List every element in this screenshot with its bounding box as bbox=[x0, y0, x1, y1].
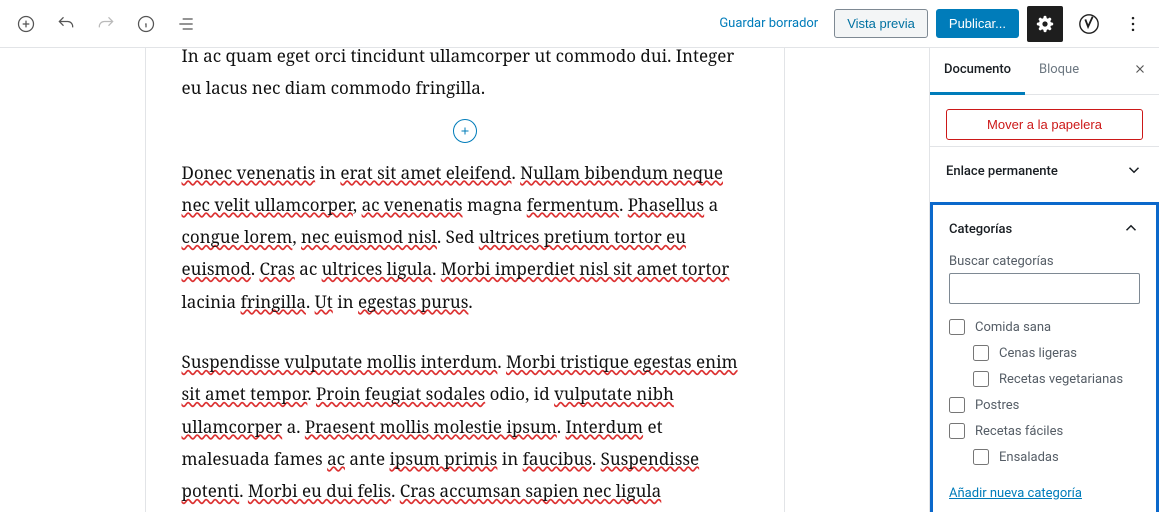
save-draft-link[interactable]: Guardar borrador bbox=[711, 16, 826, 31]
list-icon bbox=[176, 14, 196, 34]
yoast-icon bbox=[1078, 13, 1100, 35]
panel-categories-title: Categorías bbox=[949, 222, 1012, 237]
category-label: Cenas ligeras bbox=[999, 346, 1077, 361]
move-to-trash-button[interactable]: Mover a la papelera bbox=[946, 109, 1143, 140]
close-icon bbox=[1133, 62, 1147, 76]
topbar-right: Guardar borrador Vista previa Publicar..… bbox=[711, 6, 1151, 42]
category-label: Recetas fáciles bbox=[975, 424, 1063, 439]
panel-permalink-title: Enlace permanente bbox=[946, 164, 1058, 179]
category-checkbox[interactable] bbox=[973, 371, 989, 387]
undo-icon bbox=[56, 14, 76, 34]
category-label: Recetas vegetarianas bbox=[999, 372, 1123, 387]
category-label: Postres bbox=[975, 398, 1019, 413]
category-checkbox[interactable] bbox=[973, 449, 989, 465]
chevron-down-icon bbox=[1125, 161, 1143, 182]
topbar-left bbox=[8, 6, 204, 42]
redo-button[interactable] bbox=[88, 6, 124, 42]
category-item[interactable]: Recetas fáciles bbox=[949, 418, 1136, 444]
category-checkbox[interactable] bbox=[949, 319, 965, 335]
category-list-wrap: Comida sana Cenas ligeras Recetas vegeta… bbox=[949, 314, 1140, 474]
plus-icon bbox=[459, 125, 471, 137]
category-label: Comida sana bbox=[975, 320, 1051, 335]
category-item[interactable]: Recetas vegetarianas bbox=[949, 366, 1136, 392]
editor-topbar: Guardar borrador Vista previa Publicar..… bbox=[0, 0, 1159, 48]
settings-sidebar: Documento Bloque Mover a la papelera Enl… bbox=[929, 48, 1159, 512]
tab-block[interactable]: Bloque bbox=[1025, 48, 1093, 94]
categories-highlight: Categorías Buscar categorías Comida sana… bbox=[930, 202, 1159, 512]
sidebar-tabs: Documento Bloque bbox=[930, 48, 1159, 95]
redo-icon bbox=[96, 14, 116, 34]
category-checkbox[interactable] bbox=[973, 345, 989, 361]
paragraph-block[interactable]: Donec venenatis in erat sit amet eleifen… bbox=[182, 157, 748, 318]
category-list[interactable]: Comida sana Cenas ligeras Recetas vegeta… bbox=[949, 314, 1140, 474]
category-item[interactable]: Comida sana bbox=[949, 314, 1136, 340]
settings-button[interactable] bbox=[1027, 6, 1063, 42]
undo-button[interactable] bbox=[48, 6, 84, 42]
plus-circle-icon bbox=[16, 14, 36, 34]
paragraph-block[interactable]: In ac quam eget orci tincidunt ullamcorp… bbox=[182, 48, 748, 105]
gear-icon bbox=[1036, 15, 1054, 33]
panel-permalink-toggle[interactable]: Enlace permanente bbox=[930, 147, 1159, 196]
preview-button[interactable]: Vista previa bbox=[834, 9, 928, 38]
category-item[interactable]: Tentempiés bbox=[949, 470, 1136, 474]
category-checkbox[interactable] bbox=[949, 397, 965, 413]
add-block-button[interactable] bbox=[8, 6, 44, 42]
add-block-inserter[interactable] bbox=[453, 119, 477, 143]
chevron-up-icon bbox=[1122, 219, 1140, 240]
yoast-button[interactable] bbox=[1071, 6, 1107, 42]
panel-categories-body: Buscar categorías Comida sana Cenas lige… bbox=[933, 254, 1156, 512]
panel-categories-toggle[interactable]: Categorías bbox=[933, 205, 1156, 254]
more-button[interactable] bbox=[1115, 6, 1151, 42]
editor-canvas[interactable]: In ac quam eget orci tincidunt ullamcorp… bbox=[0, 48, 929, 512]
category-checkbox[interactable] bbox=[949, 423, 965, 439]
category-item[interactable]: Postres bbox=[949, 392, 1136, 418]
close-sidebar-button[interactable] bbox=[1121, 48, 1159, 94]
outline-button[interactable] bbox=[168, 6, 204, 42]
add-new-category-link[interactable]: Añadir nueva categoría bbox=[949, 474, 1140, 509]
main-area: In ac quam eget orci tincidunt ullamcorp… bbox=[0, 48, 1159, 512]
trash-row: Mover a la papelera bbox=[930, 95, 1159, 146]
panel-categories: Categorías Buscar categorías Comida sana… bbox=[933, 205, 1156, 512]
category-item[interactable]: Ensaladas bbox=[949, 444, 1136, 470]
category-item[interactable]: Cenas ligeras bbox=[949, 340, 1136, 366]
editor-content[interactable]: In ac quam eget orci tincidunt ullamcorp… bbox=[145, 48, 785, 512]
info-icon bbox=[136, 14, 156, 34]
search-categories-label: Buscar categorías bbox=[949, 254, 1140, 269]
search-categories-input[interactable] bbox=[949, 273, 1140, 304]
publish-button[interactable]: Publicar... bbox=[936, 9, 1019, 38]
category-label: Ensaladas bbox=[999, 450, 1059, 465]
paragraph-block[interactable]: Suspendisse vulputate mollis interdum. M… bbox=[182, 346, 748, 512]
info-button[interactable] bbox=[128, 6, 164, 42]
tab-document[interactable]: Documento bbox=[930, 48, 1025, 95]
panel-permalink: Enlace permanente bbox=[930, 146, 1159, 196]
more-vertical-icon bbox=[1123, 14, 1143, 34]
